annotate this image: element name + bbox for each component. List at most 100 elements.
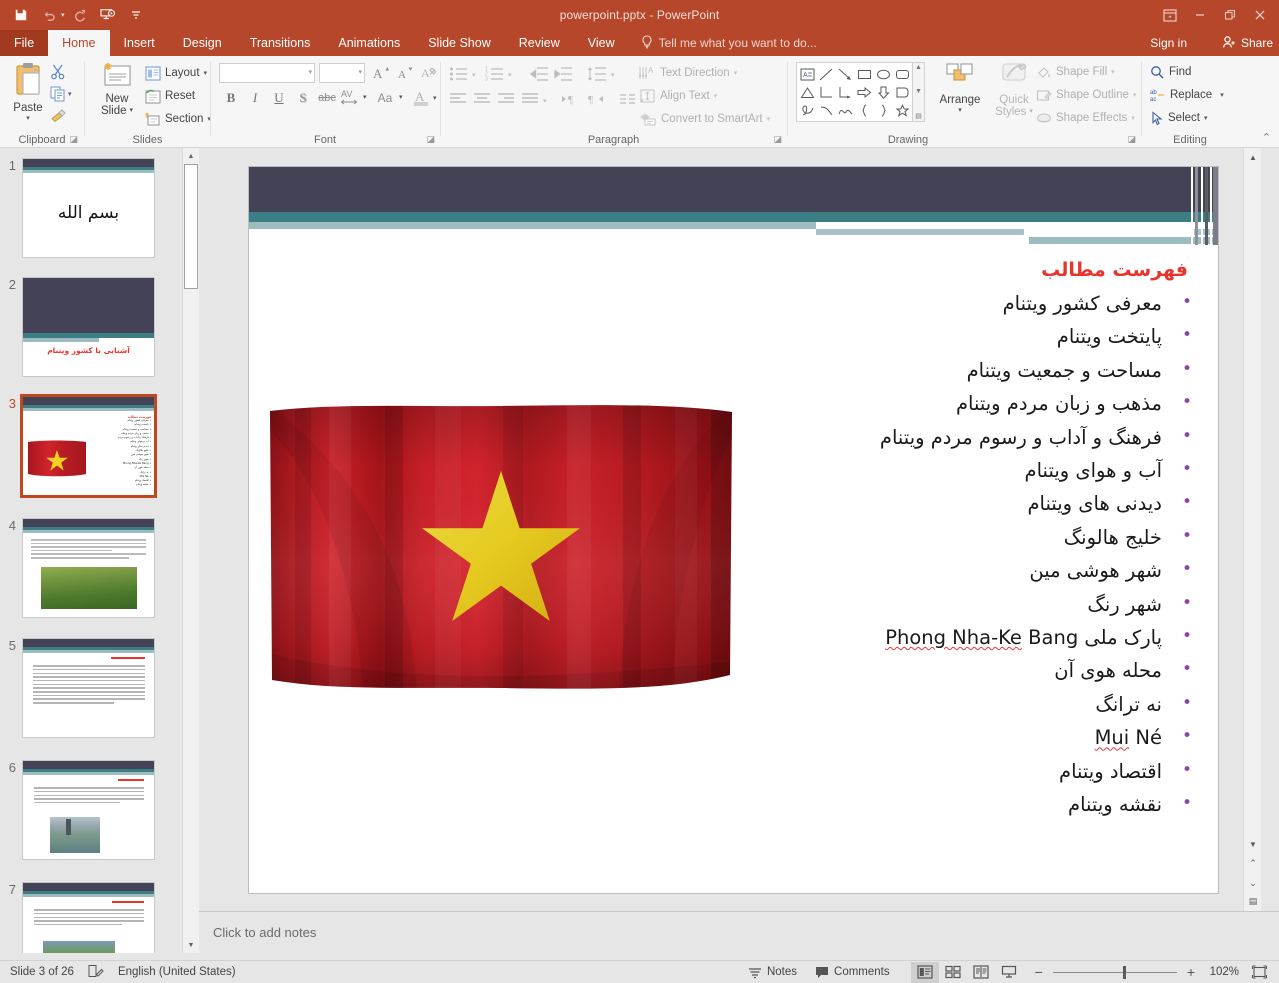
shape-arrow-icon[interactable] [836,65,855,83]
slide-sorter-view-button[interactable] [939,962,967,983]
cut-icon[interactable] [50,64,66,85]
new-slide-button[interactable]: New Slide ▾ [93,61,141,117]
language-label[interactable]: English (United States) [118,966,236,978]
paste-button[interactable]: Paste ▾ [6,62,50,122]
font-size-dropdown-icon[interactable]: ▾ [358,68,362,76]
shape-outline-button[interactable]: Shape Outline ▾ [1036,84,1136,106]
decrease-font-size-icon[interactable]: A [395,63,417,83]
align-center-icon[interactable] [473,92,491,111]
collapse-ribbon-icon[interactable]: ⌃ [1262,131,1271,144]
align-text-dropdown-icon[interactable]: ▾ [714,92,718,100]
thumbnail-slide-7[interactable]: 7 [0,882,155,953]
find-button[interactable]: Find [1150,61,1191,83]
thumbnail-canvas[interactable] [22,882,155,953]
shape-flowchart-icon[interactable] [893,83,912,101]
bullets-icon[interactable] [449,66,469,87]
change-case-dropdown-icon[interactable]: ▾ [399,93,403,101]
shape-right-brace-icon[interactable] [874,101,893,119]
copy-dropdown-icon[interactable]: ▾ [68,90,72,98]
start-presentation-icon[interactable] [95,3,121,27]
convert-to-smartart-dropdown-icon[interactable]: ▾ [767,115,771,123]
slide-scroll-up-icon[interactable]: ▲ [1244,148,1262,166]
thumbnail-canvas[interactable] [22,760,155,860]
underline-button[interactable]: U [269,88,289,108]
font-name-input[interactable]: ▾ [219,63,315,83]
shape-effects-dropdown-icon[interactable]: ▾ [1131,114,1135,122]
slide-canvas[interactable]: فهرست مطالب معرفی کشور ویتنام پایتخت ویت… [248,166,1219,894]
rtl-text-direction-icon[interactable]: ¶ [587,92,607,111]
italic-button[interactable]: I [245,88,265,108]
thumbnail-scroll-track[interactable] [183,164,199,937]
tab-insert[interactable]: Insert [110,30,169,56]
align-left-icon[interactable] [449,92,467,111]
clipboard-dialog-launcher[interactable]: ◪ [69,134,78,145]
shape-fill-dropdown-icon[interactable]: ▾ [1111,68,1115,76]
paragraph-dialog-launcher[interactable]: ◪ [773,134,782,145]
font-size-input[interactable]: ▾ [319,63,365,83]
copy-icon[interactable] [50,86,66,107]
ribbon-display-options-icon[interactable] [1155,2,1185,28]
comments-button[interactable]: Comments [806,961,899,983]
shape-elbow-connector-icon[interactable] [817,83,836,101]
vietnam-flag-image[interactable] [267,403,735,693]
increase-indent-icon[interactable] [553,66,573,87]
close-icon[interactable] [1245,2,1275,28]
thumbnail-canvas[interactable]: فهرست مطالب • معرفی کشور ویتنام• پایتخت … [22,396,155,496]
character-spacing-icon[interactable]: AV [339,87,361,112]
clear-formatting-icon[interactable]: A [419,63,439,83]
character-spacing-dropdown-icon[interactable]: ▾ [363,93,367,101]
redo-icon[interactable] [67,3,93,27]
thumbnail-slide-4[interactable]: 4 [0,518,155,618]
arrange-dropdown-icon[interactable]: ▾ [958,106,962,114]
undo-icon[interactable] [36,3,62,27]
shape-textbox-icon[interactable]: A [798,65,817,83]
normal-view-button[interactable] [911,962,939,983]
shape-curve-icon[interactable] [817,101,836,119]
thumbnail-canvas[interactable] [22,518,155,618]
table-of-contents[interactable]: فهرست مطالب معرفی کشور ویتنام پایتخت ویت… [780,257,1200,822]
shapes-scroll-down-icon[interactable]: ▼ [915,88,922,95]
slide-thumbnail-panel[interactable]: 1 بسم الله 2 [0,148,182,953]
text-direction-button[interactable]: A Text Direction ▾ [639,62,737,84]
tab-transitions[interactable]: Transitions [236,30,325,56]
numbering-dropdown-icon[interactable]: ▾ [508,71,512,79]
shape-right-arrow-icon[interactable] [855,83,874,101]
notes-button[interactable]: Notes [739,961,806,983]
shape-down-arrow-icon[interactable] [874,83,893,101]
arrange-button[interactable]: Arrange ▾ [934,62,986,114]
strikethrough-button[interactable]: abc [315,89,339,107]
thumbnail-panel-scrollbar[interactable]: ▲ ▼ [182,148,198,953]
slide-show-view-button[interactable] [995,962,1023,983]
spell-check-icon[interactable] [88,964,104,981]
save-icon[interactable] [8,3,34,27]
select-button[interactable]: Select ▾ [1150,107,1207,129]
thumbnail-slide-5[interactable]: 5 [0,638,155,738]
replace-dropdown-icon[interactable]: ▾ [1220,91,1224,99]
shape-effects-button[interactable]: Shape Effects ▾ [1036,107,1135,129]
change-case-button[interactable]: Aa [373,89,397,107]
shape-triangle-icon[interactable] [798,83,817,101]
fit-slide-to-window-button[interactable] [1245,962,1273,983]
next-slide-icon[interactable]: ⌄ [1244,873,1262,893]
thumbnail-slide-1[interactable]: 1 بسم الله [0,158,155,258]
font-name-dropdown-icon[interactable]: ▾ [308,68,312,76]
shape-oval-icon[interactable] [874,65,893,83]
columns-icon[interactable] [619,92,637,111]
tab-animations[interactable]: Animations [324,30,414,56]
ltr-text-direction-icon[interactable]: ¶ [561,92,581,111]
slide-scroll-down-icon[interactable]: ▼ [1244,835,1262,853]
drawing-dialog-launcher[interactable]: ◪ [1127,134,1136,145]
thumbnail-canvas[interactable]: آشنایی با کشور ویتنام [22,277,155,377]
line-spacing-dropdown-icon[interactable]: ▾ [611,71,615,79]
replace-button[interactable]: abac Replace ▾ [1150,84,1224,106]
tab-review[interactable]: Review [505,30,574,56]
shapes-scroll-up-icon[interactable]: ▲ [915,64,922,71]
shape-line-icon[interactable] [817,65,836,83]
text-direction-dropdown-icon[interactable]: ▾ [734,69,738,77]
bold-button[interactable]: B [221,88,241,108]
zoom-percent-label[interactable]: 102% [1199,966,1239,978]
shape-rounded-rectangle-icon[interactable] [893,65,912,83]
font-color-icon[interactable]: A [413,88,430,112]
thumbnail-slide-6[interactable]: 6 [0,760,155,860]
customize-qat-icon[interactable] [123,3,149,27]
